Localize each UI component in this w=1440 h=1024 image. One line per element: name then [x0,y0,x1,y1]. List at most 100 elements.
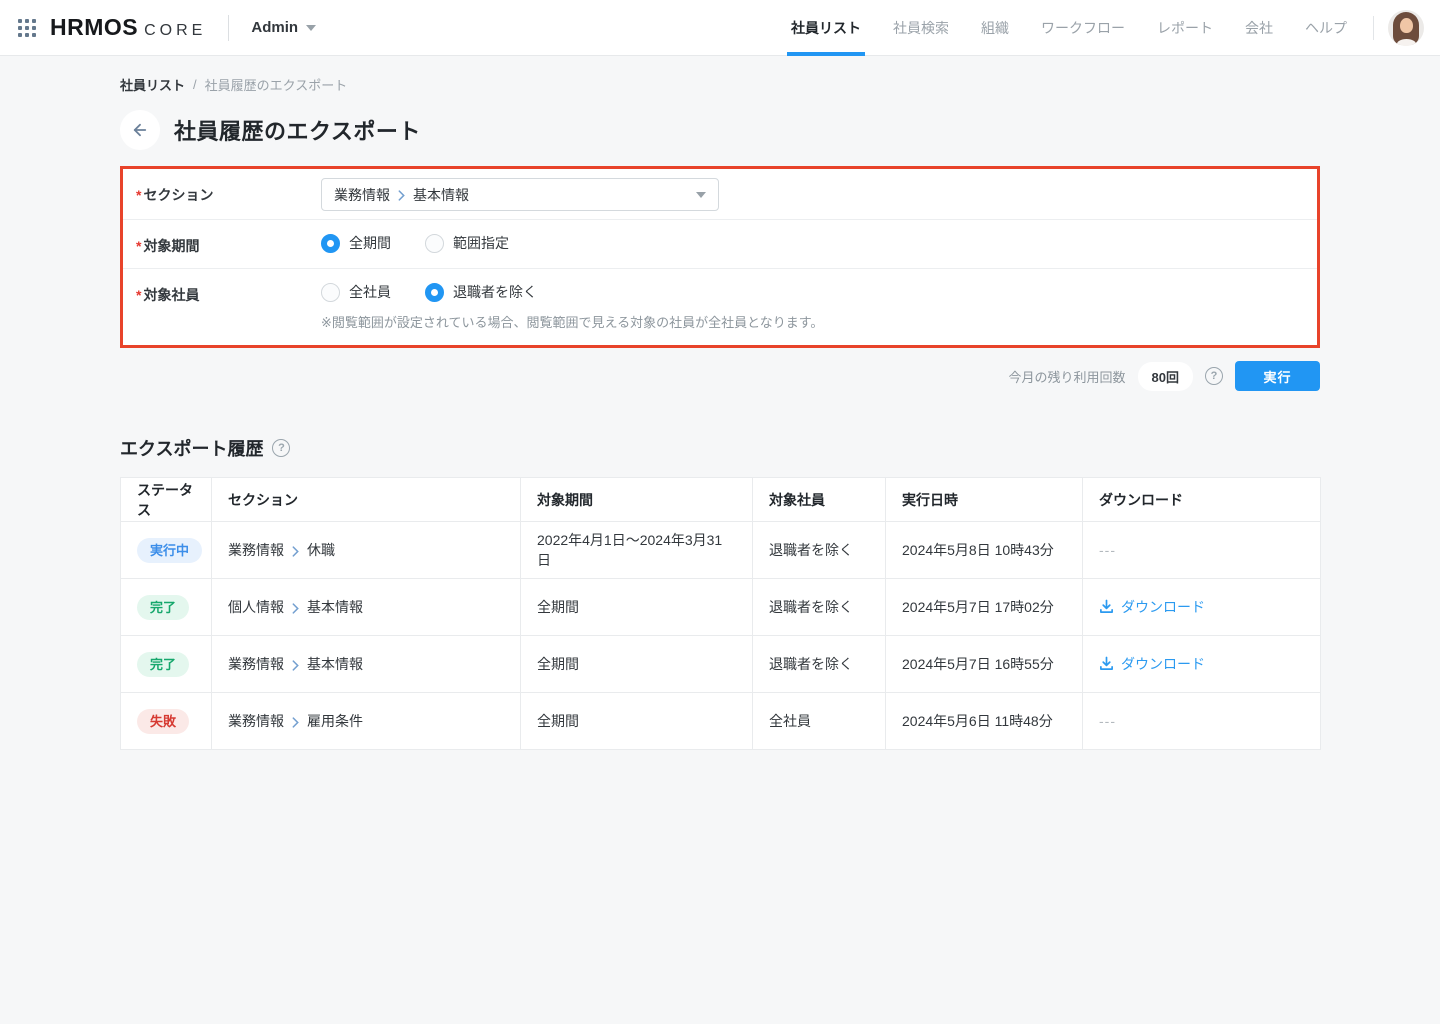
executed-at-cell: 2024年5月6日 11時48分 [886,693,1083,750]
arrow-left-icon [131,121,149,139]
download-placeholder: --- [1099,713,1116,729]
breadcrumb: 社員リスト / 社員履歴のエクスポート [120,56,1320,94]
breadcrumb-parent[interactable]: 社員リスト [120,75,185,94]
radio-dot [425,234,444,253]
form-row-period: *対象期間 全期間 範囲指定 [123,220,1317,269]
chevron-right-icon [292,603,299,614]
form-row-target: *対象社員 全社員 退職者を除く ※閲覧範囲が設定されている場合、閲覧範囲で見え… [123,269,1317,345]
role-label: Admin [251,19,298,36]
nav-workflow[interactable]: ワークフロー [1025,0,1141,56]
target-label: *対象社員 [136,269,321,305]
download-icon [1099,656,1114,671]
target-cell: 全社員 [753,693,886,750]
download-link[interactable]: ダウンロード [1099,654,1205,674]
section-select-item: 基本情報 [413,185,469,205]
radio-dot [321,283,340,302]
radio-label: 全社員 [349,282,391,302]
executed-at-cell: 2024年5月7日 17時02分 [886,579,1083,636]
remaining-usage-badge: 80回 [1138,362,1193,391]
nav-report[interactable]: レポート [1141,0,1229,56]
period-cell: 全期間 [521,693,753,750]
logo[interactable]: HRMOS CORE [50,14,206,41]
section-select-group: 業務情報 [334,185,390,205]
history-header: エクスポート履歴 ? [120,435,1320,461]
nav-help[interactable]: ヘルプ [1289,0,1363,56]
form-row-section: *セクション 業務情報 基本情報 [123,169,1317,220]
table-row: 完了 業務情報 基本情報 全期間 退職者を除く 2024年5月7日 16時55分… [121,636,1321,693]
section-cell: 業務情報 基本情報 [228,654,504,674]
radio-all-period[interactable]: 全期間 [321,233,391,253]
question-circle-icon[interactable]: ? [272,439,290,457]
page-header: 社員履歴のエクスポート [120,110,1320,150]
col-status: ステータス [121,478,212,522]
period-radio-group: 全期間 範囲指定 [321,233,509,253]
chevron-down-icon [696,192,706,198]
main-content: 社員リスト / 社員履歴のエクスポート 社員履歴のエクスポート *セクション 業… [0,56,1440,750]
radio-dot [321,234,340,253]
avatar-face [1400,18,1413,33]
page-title: 社員履歴のエクスポート [174,114,421,146]
execute-button[interactable]: 実行 [1235,361,1320,391]
section-cell: 業務情報 休職 [228,540,504,560]
section-cell: 業務情報 雇用条件 [228,711,504,731]
export-history-table: ステータス セクション 対象期間 対象社員 実行日時 ダウンロード 実行中 業務… [120,477,1321,750]
download-placeholder: --- [1099,542,1116,558]
chevron-right-icon [398,190,405,201]
radio-label: 全期間 [349,233,391,253]
nav-company[interactable]: 会社 [1229,0,1289,56]
download-icon [1099,599,1114,614]
user-avatar[interactable] [1388,10,1424,46]
status-badge: 完了 [137,595,189,620]
nav-employee-list[interactable]: 社員リスト [775,0,877,56]
col-period: 対象期間 [521,478,753,522]
required-asterisk: * [136,287,141,303]
radio-exclude-retired[interactable]: 退職者を除く [425,282,537,302]
nav-organization[interactable]: 組織 [965,0,1025,56]
breadcrumb-separator: / [193,77,197,92]
col-download: ダウンロード [1083,478,1321,522]
section-cell: 個人情報 基本情報 [228,597,504,617]
period-cell: 全期間 [521,579,753,636]
radio-label: 範囲指定 [453,233,509,253]
required-asterisk: * [136,187,141,203]
chevron-right-icon [292,546,299,557]
radio-dot [425,283,444,302]
required-asterisk: * [136,238,141,254]
period-cell: 全期間 [521,636,753,693]
target-cell: 退職者を除く [753,579,886,636]
col-target: 対象社員 [753,478,886,522]
col-section: セクション [212,478,521,522]
period-cell: 2022年4月1日〜2024年3月31日 [521,522,753,579]
logo-brand: HRMOS [50,14,138,41]
export-settings-form: *セクション 業務情報 基本情報 *対象期間 全期間 [120,166,1320,348]
chevron-down-icon [306,25,316,31]
logo-product: CORE [144,22,206,40]
chevron-right-icon [292,717,299,728]
table-row: 実行中 業務情報 休職 2022年4月1日〜2024年3月31日 退職者を除く … [121,522,1321,579]
header-divider [228,15,229,41]
status-badge: 実行中 [137,538,202,563]
table-row: 失敗 業務情報 雇用条件 全期間 全社員 2024年5月6日 11時48分 --… [121,693,1321,750]
radio-label: 退職者を除く [453,282,537,302]
radio-range-period[interactable]: 範囲指定 [425,233,509,253]
chevron-right-icon [292,660,299,671]
history-title: エクスポート履歴 [120,435,263,461]
table-row: 完了 個人情報 基本情報 全期間 退職者を除く 2024年5月7日 17時02分… [121,579,1321,636]
role-switcher[interactable]: Admin [251,19,316,36]
main-nav: 社員リスト 社員検索 組織 ワークフロー レポート 会社 ヘルプ [775,0,1363,56]
target-cell: 退職者を除く [753,636,886,693]
target-options: 全社員 退職者を除く ※閲覧範囲が設定されている場合、閲覧範囲で見える対象の社員… [321,269,823,331]
avatar-shirt [1397,39,1416,46]
executed-at-cell: 2024年5月8日 10時43分 [886,522,1083,579]
download-link[interactable]: ダウンロード [1099,597,1205,617]
question-circle-icon[interactable]: ? [1205,367,1223,385]
section-select[interactable]: 業務情報 基本情報 [321,178,719,211]
back-button[interactable] [120,110,160,150]
table-header-row: ステータス セクション 対象期間 対象社員 実行日時 ダウンロード [121,478,1321,522]
period-label: *対象期間 [136,220,321,256]
col-executed-at: 実行日時 [886,478,1083,522]
section-label: *セクション [136,169,321,205]
app-grid-icon[interactable] [18,19,36,37]
nav-employee-search[interactable]: 社員検索 [877,0,965,56]
radio-all-employees[interactable]: 全社員 [321,282,391,302]
